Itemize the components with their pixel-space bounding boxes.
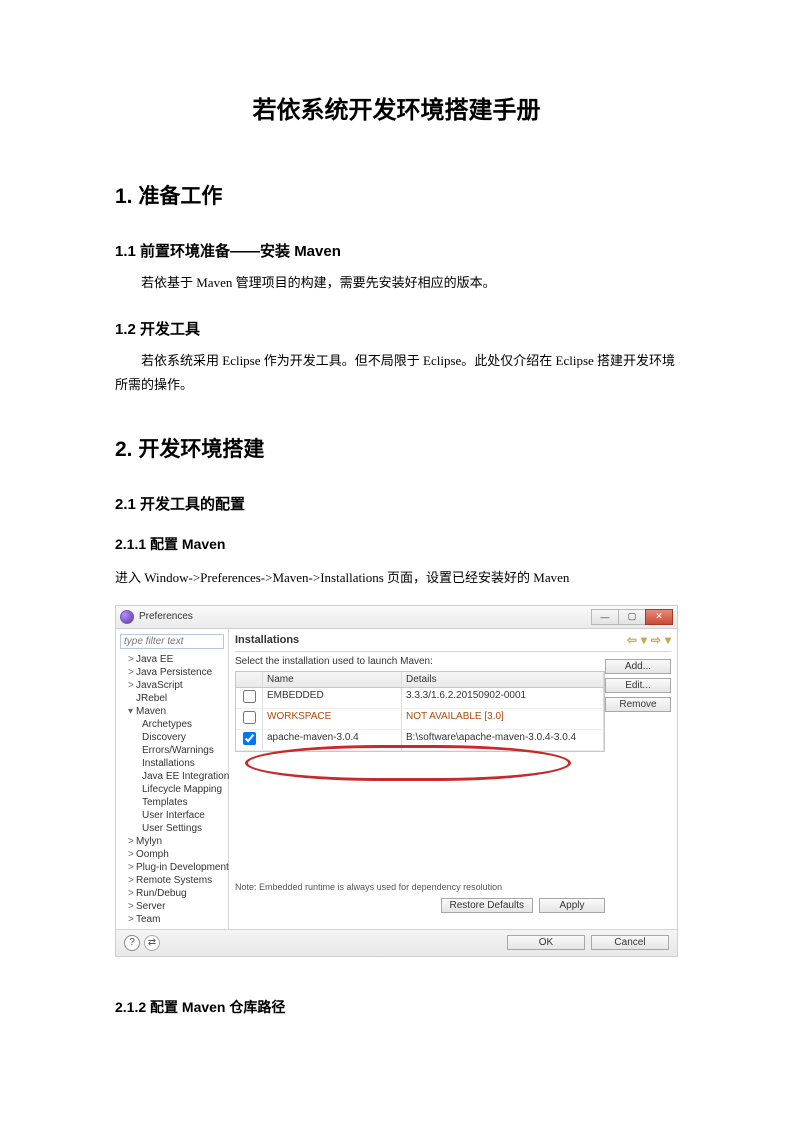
- ok-button[interactable]: OK: [507, 935, 585, 950]
- tree-item[interactable]: Errors/Warnings: [116, 744, 228, 757]
- section-2-1-1-text: 进入 Window->Preferences->Maven->Installat…: [115, 566, 678, 591]
- tree-item[interactable]: >Plug-in Development: [116, 861, 228, 874]
- window-title: Preferences: [139, 611, 193, 622]
- tree-item[interactable]: Archetypes: [116, 718, 228, 731]
- tree-item[interactable]: >Team: [116, 913, 228, 926]
- row-checkbox[interactable]: [243, 690, 256, 703]
- tree-item[interactable]: >JavaScript: [116, 679, 228, 692]
- filter-input[interactable]: type filter text: [120, 634, 224, 649]
- installations-table: Name Details EMBEDDED3.3.3/1.6.2.2015090…: [235, 671, 605, 752]
- col-details: Details: [402, 672, 604, 687]
- section-2-1-2-heading: 2.1.2 配置 Maven 仓库路径: [115, 997, 678, 1017]
- tree-item[interactable]: >Run/Debug: [116, 887, 228, 900]
- section-1-2-text: 若依系统采用 Eclipse 作为开发工具。但不局限于 Eclipse。此处仅介…: [115, 349, 678, 398]
- section-1-1-text: 若依基于 Maven 管理项目的构建，需要先安装好相应的版本。: [115, 271, 678, 296]
- row-checkbox[interactable]: [243, 732, 256, 745]
- row-name: WORKSPACE: [263, 709, 402, 729]
- nav-arrows[interactable]: ⇦▾⇨▾: [627, 633, 671, 647]
- minimize-button[interactable]: —: [591, 609, 619, 625]
- dialog-titlebar: Preferences — ▢ ✕: [116, 606, 677, 629]
- tree-item[interactable]: >Remote Systems: [116, 874, 228, 887]
- import-export-icon[interactable]: ⇄: [144, 935, 160, 951]
- row-name: apache-maven-3.0.4: [263, 730, 402, 750]
- apply-button[interactable]: Apply: [539, 898, 605, 913]
- section-2-1-1-heading: 2.1.1 配置 Maven: [115, 534, 678, 554]
- doc-title: 若依系统开发环境搭建手册: [115, 90, 678, 125]
- row-name: EMBEDDED: [263, 688, 402, 708]
- cancel-button[interactable]: Cancel: [591, 935, 669, 950]
- table-row[interactable]: apache-maven-3.0.4B:\software\apache-mav…: [236, 730, 604, 751]
- section-1-1-heading: 1.1 前置环境准备——安装 Maven: [115, 240, 678, 261]
- preferences-dialog: Preferences — ▢ ✕ type filter text >Java…: [115, 605, 678, 957]
- row-details: NOT AVAILABLE [3.0]: [402, 709, 604, 729]
- section-1-heading: 1. 准备工作: [115, 180, 678, 210]
- add-button[interactable]: Add...: [605, 659, 671, 674]
- row-details: B:\software\apache-maven-3.0.4-3.0.4: [402, 730, 604, 750]
- tree-item[interactable]: Discovery: [116, 731, 228, 744]
- tree-item[interactable]: >Java EE: [116, 653, 228, 666]
- tree-item[interactable]: Installations: [116, 757, 228, 770]
- edit-button[interactable]: Edit...: [605, 678, 671, 693]
- tree-item[interactable]: ▾Maven: [116, 705, 228, 718]
- section-2-heading: 2. 开发环境搭建: [115, 433, 678, 463]
- restore-defaults-button[interactable]: Restore Defaults: [441, 898, 533, 913]
- panel-note: Note: Embedded runtime is always used fo…: [235, 882, 605, 892]
- tree-item[interactable]: Templates: [116, 796, 228, 809]
- section-2-1-heading: 2.1 开发工具的配置: [115, 493, 678, 514]
- tree-item[interactable]: >Mylyn: [116, 835, 228, 848]
- tree-item[interactable]: User Interface: [116, 809, 228, 822]
- tree-item[interactable]: >Oomph: [116, 848, 228, 861]
- tree-item[interactable]: >Server: [116, 900, 228, 913]
- eclipse-icon: [120, 610, 134, 624]
- help-icon[interactable]: ?: [124, 935, 140, 951]
- tree-item[interactable]: JRebel: [116, 692, 228, 705]
- table-row[interactable]: WORKSPACENOT AVAILABLE [3.0]: [236, 709, 604, 730]
- col-name: Name: [263, 672, 402, 687]
- close-button[interactable]: ✕: [645, 609, 673, 625]
- row-checkbox[interactable]: [243, 711, 256, 724]
- row-details: 3.3.3/1.6.2.20150902-0001: [402, 688, 604, 708]
- preferences-tree: type filter text >Java EE>Java Persisten…: [116, 629, 229, 929]
- tree-item[interactable]: Java EE Integration: [116, 770, 228, 783]
- maximize-button[interactable]: ▢: [618, 609, 646, 625]
- tree-item[interactable]: User Settings: [116, 822, 228, 835]
- remove-button[interactable]: Remove: [605, 697, 671, 712]
- tree-item[interactable]: Lifecycle Mapping: [116, 783, 228, 796]
- panel-title: Installations: [235, 634, 299, 646]
- tree-item[interactable]: >Java Persistence: [116, 666, 228, 679]
- section-1-2-heading: 1.2 开发工具: [115, 318, 678, 339]
- table-row[interactable]: EMBEDDED3.3.3/1.6.2.20150902-0001: [236, 688, 604, 709]
